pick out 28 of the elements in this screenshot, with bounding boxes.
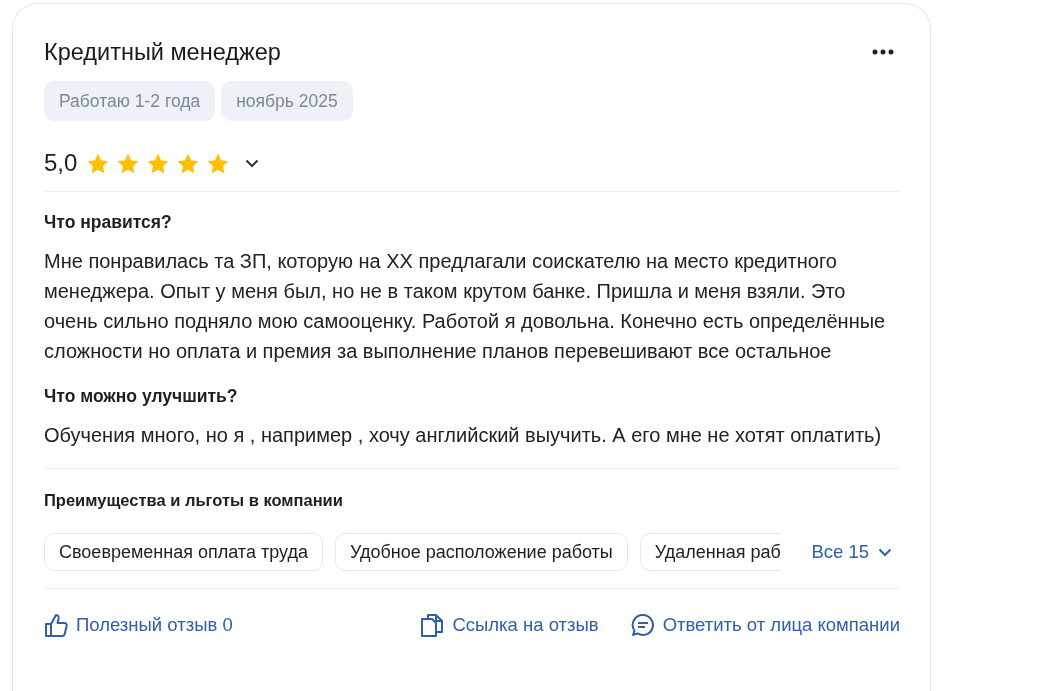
benefit-chip: Удаленная раб (639, 533, 781, 571)
review-title: Кредитный менеджер (44, 38, 281, 66)
star-icon (147, 152, 170, 174)
thumbs-up-icon (44, 613, 68, 637)
show-all-button[interactable]: Все 15 (811, 541, 900, 563)
section-heading: Что можно улучшить? (44, 386, 239, 406)
rating-score: 5,0 (44, 149, 78, 177)
action-link[interactable]: Полезный отзыв 0 (44, 613, 233, 637)
review-text: Обучения много, но я , например , хочу английский выучить. А его мне не хотят оплатить) (44, 423, 883, 448)
action-link[interactable]: Ответить от лица компании (630, 613, 900, 637)
section-heading: Преимущества и льготы в компании (44, 491, 344, 510)
review-text: Мне понравилась та ЗП, которую на XX предлагали соискателю на место кредитного менеджера. Опыт у меня был, но не в таком крутом банке. Пришла и меня взяли. Это очень сильно подняло мою самооценку. Работой я довольна. Конечно есть определённые сложности но оплата и премия за выполнение планов перевешивают все остальное (44, 249, 887, 364)
expand-button[interactable] (245, 158, 260, 168)
tag: ноябрь 2025 (221, 81, 353, 121)
star-icon (177, 152, 200, 174)
section-heading: Что нравится? (44, 212, 173, 232)
star-icon (207, 152, 230, 174)
chevron-down-icon (245, 158, 260, 168)
star-icon (117, 152, 140, 174)
more-icon (872, 49, 894, 55)
star-icon (87, 152, 110, 174)
benefit-chip: Своевременная оплата труда (44, 533, 323, 571)
copy-icon (420, 613, 445, 637)
chat-icon (630, 613, 655, 637)
chevron-down-icon (878, 547, 892, 557)
tag: Работаю 1-2 года (44, 81, 216, 121)
action-link[interactable]: Ссылка на отзыв (420, 613, 599, 637)
benefit-chip: Удобное расположение работы (334, 533, 628, 571)
